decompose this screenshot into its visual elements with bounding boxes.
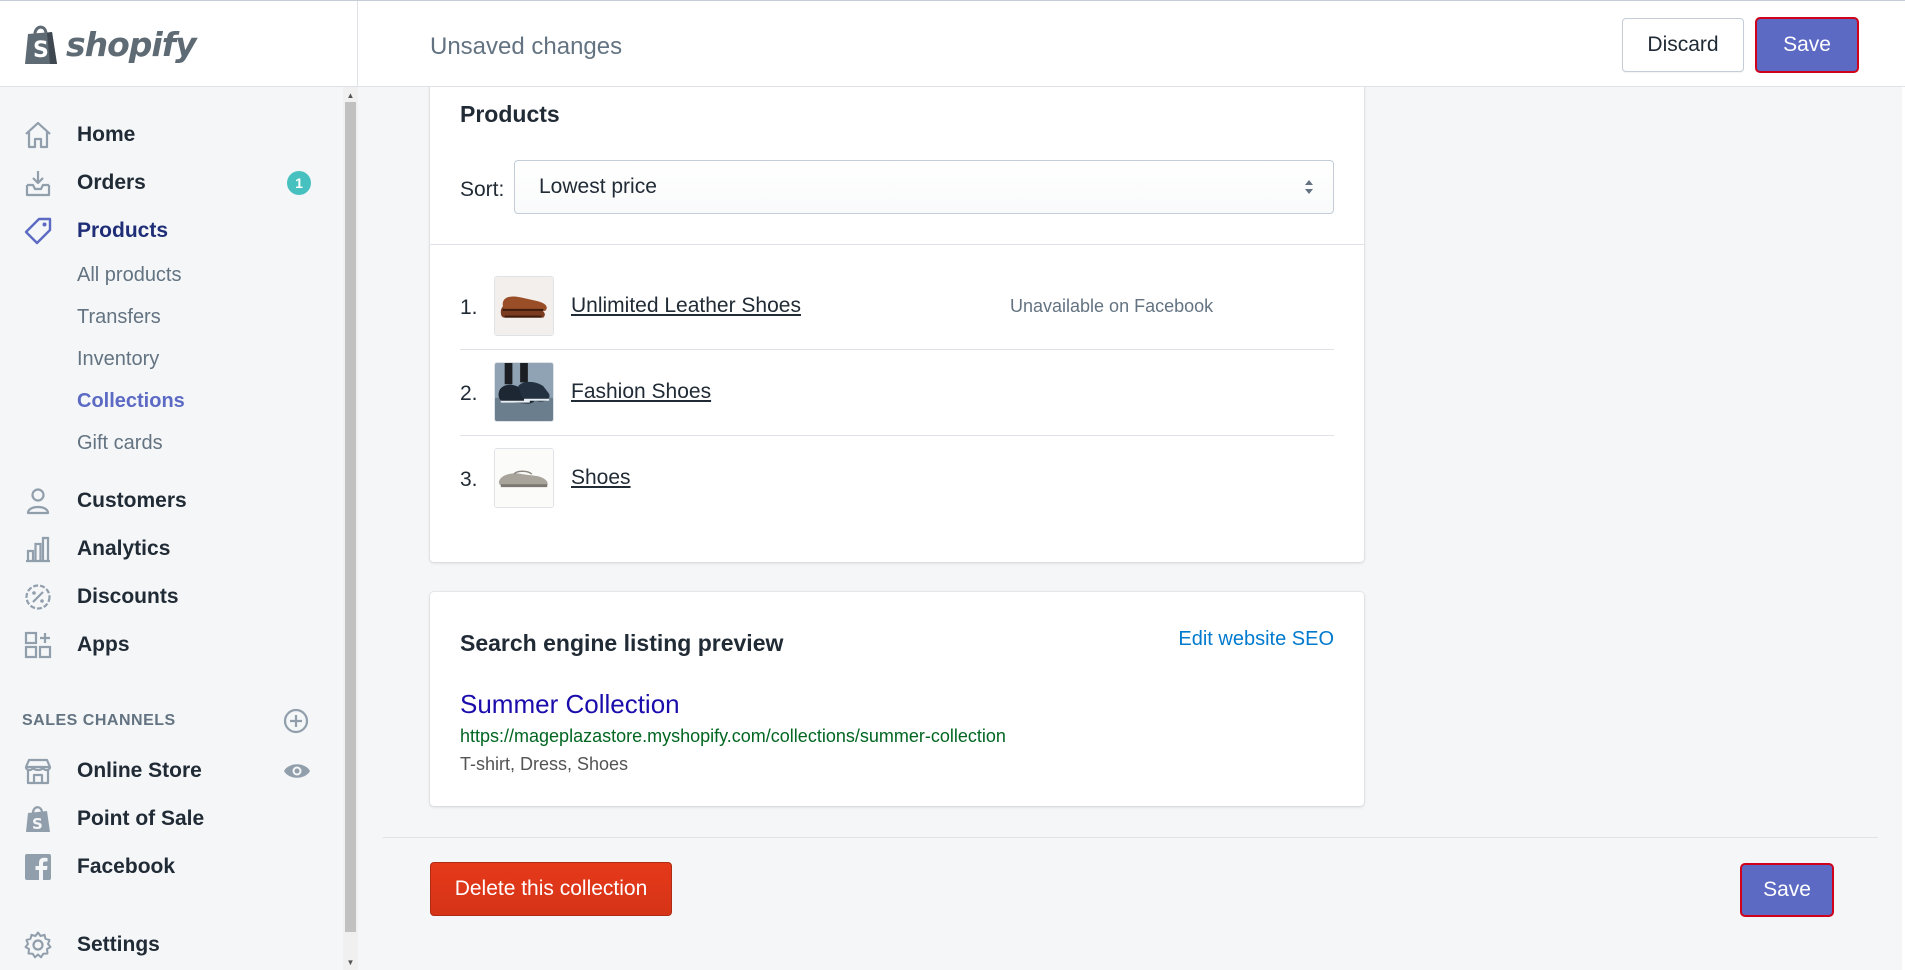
tag-icon: [22, 215, 54, 247]
select-arrows-icon: [1305, 180, 1313, 194]
product-number: 2.: [460, 382, 478, 405]
footer-divider: [383, 837, 1878, 838]
home-icon: [22, 119, 54, 151]
product-link[interactable]: Fashion Shoes: [571, 380, 711, 404]
sidebar-item-label: Products: [77, 219, 169, 242]
products-card: Products Sort: Lowest price 1. Unlimited…: [430, 60, 1364, 562]
sidebar-item-label: Analytics: [77, 537, 171, 560]
sidebar-item-analytics[interactable]: Analytics: [0, 529, 343, 569]
brand-name: shopify: [66, 24, 197, 64]
products-card-title: Products: [460, 101, 560, 127]
sidebar-subitem-transfers[interactable]: Transfers: [77, 306, 161, 329]
sidebar-item-point-of-sale[interactable]: S Point of Sale: [0, 799, 343, 839]
add-sales-channel-icon[interactable]: [283, 708, 309, 734]
sidebar-item-label: Point of Sale: [77, 807, 205, 830]
product-row: 2. Fashion Shoes: [460, 350, 1334, 436]
sidebar-item-home[interactable]: Home: [0, 115, 343, 155]
sidebar-subitem-all-products[interactable]: All products: [77, 264, 182, 287]
sidebar-subitem-inventory[interactable]: Inventory: [77, 348, 159, 371]
seo-card-title: Search engine listing preview: [460, 630, 784, 656]
sidebar-item-orders[interactable]: Orders 1: [0, 163, 343, 203]
sort-selected-value: Lowest price: [539, 175, 657, 198]
sidebar-item-label: Settings: [77, 933, 160, 956]
sidebar-subitem-collections[interactable]: Collections: [77, 390, 185, 413]
sidebar-item-discounts[interactable]: Discounts: [0, 577, 343, 617]
gear-icon: [22, 929, 54, 961]
product-link[interactable]: Shoes: [571, 466, 631, 490]
shopify-logo[interactable]: S shopify: [0, 1, 358, 87]
shopify-bag-icon: S: [22, 803, 54, 835]
svg-text:S: S: [33, 38, 49, 63]
availability-note: Unavailable on Facebook: [1010, 296, 1214, 316]
sidebar-item-label: Apps: [77, 633, 130, 656]
unsaved-changes-text: Unsaved changes: [430, 33, 623, 60]
seo-page-title: Summer Collection: [460, 689, 680, 719]
product-thumbnail[interactable]: [494, 448, 554, 508]
divider: [430, 244, 1364, 245]
facebook-icon: [22, 851, 54, 883]
save-button-bottom[interactable]: Save: [1740, 863, 1834, 917]
seo-url: https://mageplazastore.myshopify.com/col…: [460, 726, 1006, 746]
sidebar-subitem-gift-cards[interactable]: Gift cards: [77, 432, 163, 455]
sidebar: Home Orders 1 Products All products Tran…: [0, 87, 343, 970]
sort-label: Sort:: [460, 178, 505, 201]
sort-select[interactable]: Lowest price: [514, 160, 1334, 214]
eye-icon[interactable]: [283, 761, 311, 781]
top-bar: S shopify Unsaved changes Discard Save: [0, 0, 1905, 87]
scroll-up-arrow-icon[interactable]: ▲: [343, 88, 358, 102]
apps-icon: [22, 629, 54, 661]
sidebar-item-customers[interactable]: Customers: [0, 481, 343, 521]
sidebar-item-label: Orders: [77, 171, 146, 194]
discard-button[interactable]: Discard: [1622, 18, 1744, 72]
orders-count-badge: 1: [287, 171, 311, 195]
product-thumbnail[interactable]: [494, 276, 554, 336]
sidebar-item-label: Discounts: [77, 585, 179, 608]
sales-channels-heading: SALES CHANNELS: [22, 712, 176, 729]
sidebar-item-label: Home: [77, 123, 136, 146]
sidebar-item-apps[interactable]: Apps: [0, 625, 343, 665]
seo-preview-card: Search engine listing preview Edit websi…: [430, 592, 1364, 806]
sidebar-item-settings[interactable]: Settings: [0, 925, 343, 965]
bar-chart-icon: [22, 533, 54, 565]
orders-icon: [22, 167, 54, 199]
sidebar-item-facebook[interactable]: Facebook: [0, 847, 343, 887]
person-icon: [22, 485, 54, 517]
store-icon: [22, 755, 54, 787]
product-number: 3.: [460, 468, 478, 491]
seo-description: T-shirt, Dress, Shoes: [460, 754, 629, 774]
product-row: 1. Unlimited Leather Shoes Unavailable o…: [460, 264, 1334, 350]
scroll-down-arrow-icon[interactable]: ▼: [343, 955, 358, 969]
product-link[interactable]: Unlimited Leather Shoes: [571, 294, 801, 318]
sidebar-item-label: Facebook: [77, 855, 176, 878]
svg-text:S: S: [32, 815, 43, 833]
discount-icon: [22, 581, 54, 613]
edit-website-seo-link[interactable]: Edit website SEO: [1178, 628, 1334, 651]
sidebar-item-label: Online Store: [77, 759, 202, 782]
product-number: 1.: [460, 296, 478, 319]
sidebar-item-products[interactable]: Products: [0, 211, 343, 251]
sidebar-item-label: Customers: [77, 489, 187, 512]
save-button-top[interactable]: Save: [1755, 17, 1859, 73]
product-row: 3. Shoes: [460, 436, 1334, 522]
shopify-bag-icon: S: [25, 25, 57, 64]
sidebar-scrollbar-thumb[interactable]: [345, 102, 356, 932]
delete-collection-button[interactable]: Delete this collection: [430, 862, 672, 916]
product-thumbnail[interactable]: [494, 362, 554, 422]
sidebar-item-online-store[interactable]: Online Store: [0, 751, 343, 791]
